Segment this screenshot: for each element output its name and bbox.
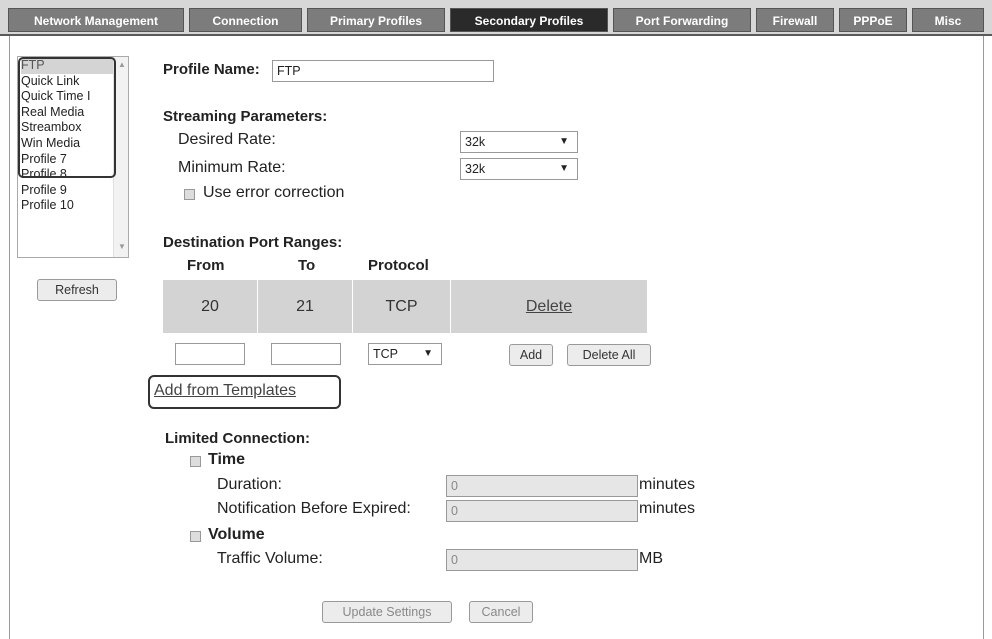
profile-list[interactable]: FTP Quick Link Quick Time I Real Media S… (17, 56, 129, 258)
volume-label: Volume (208, 526, 265, 543)
col-from-header: From (187, 257, 225, 274)
duration-label: Duration: (217, 476, 282, 493)
profile-item-quick-link[interactable]: Quick Link (21, 74, 117, 90)
tab-network-management[interactable]: Network Management (8, 8, 184, 32)
port-ranges-heading: Destination Port Ranges: (163, 234, 343, 251)
minimum-rate-select[interactable]: 32k ▼ (460, 158, 578, 180)
port-table: 20 21 TCP Delete (163, 280, 647, 333)
port-row-protocol: TCP (353, 280, 451, 333)
traffic-volume-input[interactable]: 0 (446, 549, 638, 571)
tab-primary-profiles[interactable]: Primary Profiles (307, 8, 445, 32)
new-port-to-input[interactable] (271, 343, 341, 365)
desired-rate-select[interactable]: 32k ▼ (460, 131, 578, 153)
profile-item-real-media[interactable]: Real Media (21, 105, 117, 121)
scroll-down-icon[interactable]: ▼ (118, 243, 126, 251)
delete-all-button[interactable]: Delete All (567, 344, 651, 366)
scroll-up-icon[interactable]: ▲ (118, 61, 126, 69)
error-correction-checkbox[interactable] (184, 189, 195, 200)
streaming-parameters-heading: Streaming Parameters: (163, 108, 328, 125)
tab-pppoe[interactable]: PPPoE (839, 8, 907, 32)
tab-port-forwarding[interactable]: Port Forwarding (613, 8, 751, 32)
new-port-from-input[interactable] (175, 343, 245, 365)
profile-name-input[interactable]: FTP (272, 60, 494, 82)
port-row-to: 21 (258, 280, 353, 333)
profile-item-9[interactable]: Profile 9 (21, 183, 117, 199)
profile-item-7[interactable]: Profile 7 (21, 152, 117, 168)
tab-secondary-profiles[interactable]: Secondary Profiles (450, 8, 608, 32)
dropdown-arrow-icon: ▼ (423, 348, 433, 359)
time-checkbox[interactable] (190, 456, 201, 467)
tab-misc[interactable]: Misc (912, 8, 984, 32)
duration-input[interactable]: 0 (446, 475, 638, 497)
traffic-volume-unit: MB (639, 550, 663, 567)
profile-item-8[interactable]: Profile 8 (21, 167, 117, 183)
refresh-button[interactable]: Refresh (37, 279, 117, 301)
col-to-header: To (298, 257, 316, 274)
time-label: Time (208, 451, 246, 468)
delete-row-link[interactable]: Delete (526, 298, 572, 315)
profile-item-ftp[interactable]: FTP (21, 58, 117, 74)
traffic-volume-label: Traffic Volume: (217, 550, 323, 567)
notification-label: Notification Before Expired: (217, 500, 411, 517)
profile-item-win-media[interactable]: Win Media (21, 136, 117, 152)
new-protocol-select[interactable]: TCP ▼ (368, 343, 442, 365)
profile-name-label: Profile Name: (163, 61, 260, 78)
tab-connection[interactable]: Connection (189, 8, 302, 32)
tab-bar: Network Management Connection Primary Pr… (0, 0, 992, 36)
dropdown-arrow-icon: ▼ (559, 136, 569, 147)
add-button[interactable]: Add (509, 344, 553, 366)
notification-unit: minutes (639, 500, 696, 517)
profile-item-10[interactable]: Profile 10 (21, 198, 117, 214)
add-from-templates-link[interactable]: Add from Templates (154, 382, 296, 400)
notification-input[interactable]: 0 (446, 500, 638, 522)
error-correction-label: Use error correction (203, 184, 345, 201)
dropdown-arrow-icon: ▼ (559, 163, 569, 174)
desired-rate-label: Desired Rate: (178, 131, 276, 148)
col-protocol-header: Protocol (368, 257, 429, 274)
volume-checkbox[interactable] (190, 531, 201, 542)
profile-item-quick-time[interactable]: Quick Time I (21, 89, 117, 105)
tab-firewall[interactable]: Firewall (756, 8, 834, 32)
cancel-button[interactable]: Cancel (469, 601, 533, 623)
duration-unit: minutes (639, 476, 696, 493)
profile-item-streambox[interactable]: Streambox (21, 120, 117, 136)
profile-list-scrollbar[interactable]: ▲ ▼ (113, 57, 128, 257)
minimum-rate-label: Minimum Rate: (178, 159, 286, 176)
limited-connection-heading: Limited Connection: (165, 430, 310, 447)
update-settings-button[interactable]: Update Settings (322, 601, 452, 623)
port-row-from: 20 (163, 280, 258, 333)
